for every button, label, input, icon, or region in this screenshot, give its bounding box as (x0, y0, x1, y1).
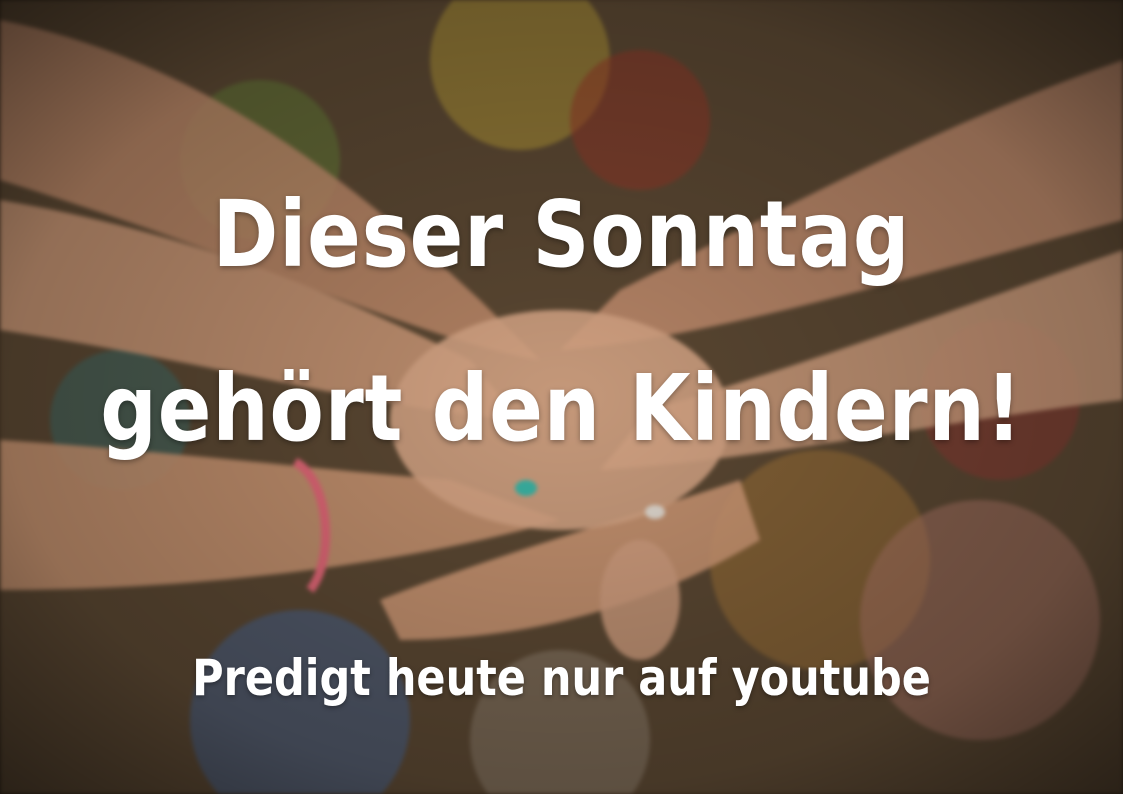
poster: Dieser Sonntag gehört den Kindern! Predi… (0, 0, 1123, 794)
headline-line-2: gehört den Kindern! (100, 355, 1023, 462)
subline-text: Predigt heute nur auf youtube (192, 649, 931, 707)
headline-line-1: Dieser Sonntag (212, 181, 911, 288)
